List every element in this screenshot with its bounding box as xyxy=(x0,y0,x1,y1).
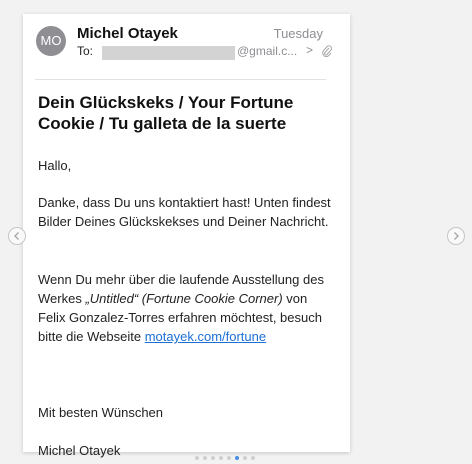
carousel-dot[interactable] xyxy=(227,456,231,460)
carousel-dot[interactable] xyxy=(211,456,215,460)
carousel-next-button[interactable] xyxy=(447,227,465,245)
avatar: MO xyxy=(36,26,66,56)
carousel-dot[interactable] xyxy=(195,456,199,460)
carousel-dots xyxy=(195,456,255,462)
carousel-dot[interactable] xyxy=(219,456,223,460)
artwork-title: „Untitled“ (Fortune Cookie Corner) xyxy=(85,291,283,306)
email-header: MO Michel Otayek Tuesday To: @gmail.c...… xyxy=(35,24,332,80)
chevron-left-icon xyxy=(14,232,19,240)
body-paragraph-thanks: Danke, dass Du uns kontaktiert hast! Unt… xyxy=(38,195,331,229)
chevron-right-icon xyxy=(454,232,459,240)
email-subject: Dein Glückskeks / Your Fortune Cookie / … xyxy=(38,93,294,133)
redacted-recipient xyxy=(102,46,235,60)
signature: Michel Otayek xyxy=(38,443,121,458)
greeting: Hallo, xyxy=(38,158,72,173)
closing: Mit besten Wünschen xyxy=(38,405,164,420)
carousel-dot[interactable] xyxy=(235,456,239,460)
sender-name: Michel Otayek xyxy=(77,25,178,42)
website-link[interactable]: motayek.com/fortune xyxy=(145,329,266,344)
carousel-dot[interactable] xyxy=(251,456,255,460)
recipient-chevron: > xyxy=(306,43,314,57)
email-date: Tuesday xyxy=(273,26,323,41)
to-label: To: xyxy=(77,44,94,58)
attachment-icon xyxy=(321,44,335,60)
recipient-address: @gmail.c... xyxy=(237,44,298,58)
carousel-prev-button[interactable] xyxy=(8,227,26,245)
email-screenshot-card: MO Michel Otayek Tuesday To: @gmail.c...… xyxy=(23,14,350,458)
carousel-dot[interactable] xyxy=(203,456,207,460)
carousel-dot[interactable] xyxy=(243,456,247,460)
body-paragraph-exhibition: Wenn Du mehr über die laufende Ausstellu… xyxy=(38,270,338,346)
recipient-row: To: @gmail.c... > xyxy=(77,43,332,60)
